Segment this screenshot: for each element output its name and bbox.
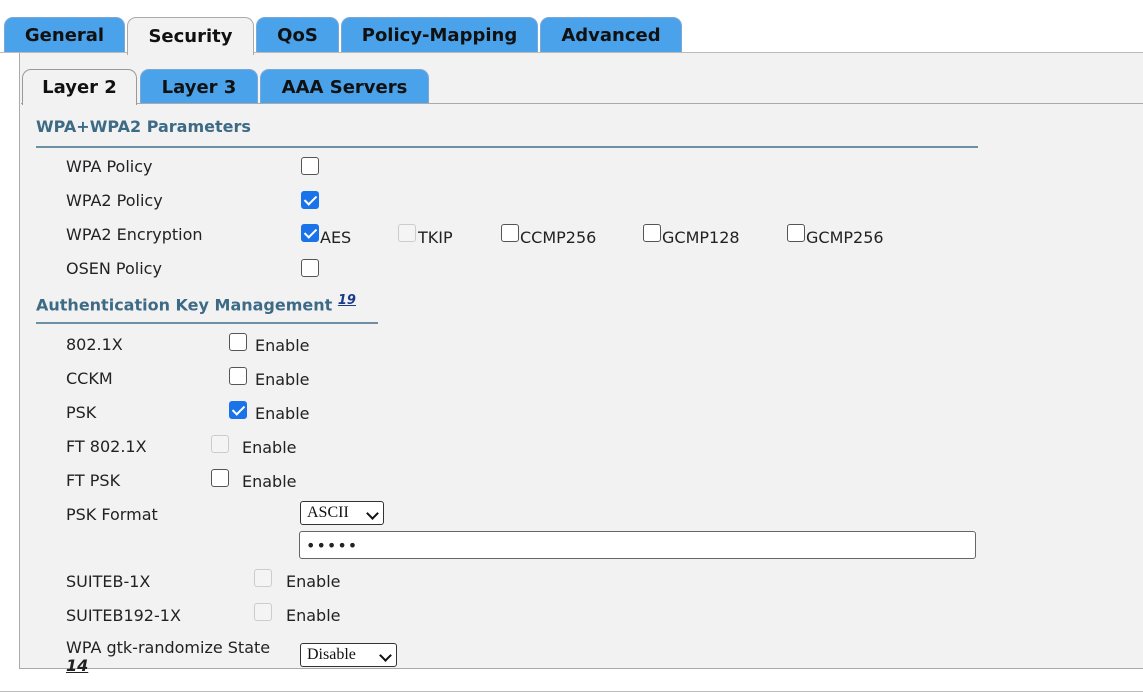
akm-psk-enable: Enable xyxy=(255,404,310,423)
gtk-randomize-select[interactable]: Disable xyxy=(300,643,397,667)
akm-ft8021x-checkbox[interactable] xyxy=(211,435,229,453)
subtab-divider xyxy=(21,103,1143,104)
tab-aaa-servers[interactable]: AAA Servers xyxy=(260,69,429,104)
suiteb1x-enable: Enable xyxy=(286,572,341,591)
chevron-down-icon xyxy=(366,507,379,520)
gcmp256-checkbox[interactable] xyxy=(787,224,805,242)
suiteb1x-label: SUITEB-1X xyxy=(66,572,151,591)
gcmp128-label: GCMP128 xyxy=(662,228,740,247)
tab-qos[interactable]: QoS xyxy=(256,17,339,53)
aes-label: AES xyxy=(320,228,352,247)
tkip-checkbox[interactable] xyxy=(398,224,416,242)
akm-8021x-enable: Enable xyxy=(255,336,310,355)
tab-general[interactable]: General xyxy=(4,17,125,53)
akm-psk-label: PSK xyxy=(66,403,97,422)
akm-section-title: Authentication Key Management 19 xyxy=(36,293,356,314)
akm-ftpsk-label: FT PSK xyxy=(66,471,121,490)
ccmp256-label: CCMP256 xyxy=(520,228,597,247)
tab-security[interactable]: Security xyxy=(127,17,254,55)
tab-layer-2[interactable]: Layer 2 xyxy=(22,69,137,105)
akm-cckm-label: CCKM xyxy=(66,369,113,388)
osen-policy-label: OSEN Policy xyxy=(66,259,162,278)
psk-format-label: PSK Format xyxy=(66,505,158,524)
suiteb192-checkbox[interactable] xyxy=(254,603,272,621)
wpa-policy-checkbox[interactable] xyxy=(301,157,319,175)
akm-footnote-link[interactable]: 19 xyxy=(338,293,356,308)
gcmp128-checkbox[interactable] xyxy=(643,224,661,242)
suiteb192-enable: Enable xyxy=(286,606,341,625)
tab-layer-3[interactable]: Layer 3 xyxy=(140,69,258,104)
psk-password-input[interactable]: ••••• xyxy=(299,531,976,559)
akm-title-text: Authentication Key Management xyxy=(36,295,333,315)
gtk-footnote-link[interactable]: 14 xyxy=(66,656,88,675)
gcmp256-label: GCMP256 xyxy=(806,228,884,247)
wpa2-encryption-label: WPA2 Encryption xyxy=(66,225,203,244)
suiteb192-label: SUITEB192-1X xyxy=(66,606,181,625)
wpa-section-title: WPA+WPA2 Parameters xyxy=(36,117,251,136)
akm-cckm-checkbox[interactable] xyxy=(229,367,247,385)
wpa2-policy-checkbox[interactable] xyxy=(301,191,319,209)
akm-psk-checkbox[interactable] xyxy=(229,401,247,419)
akm-ft8021x-label: FT 802.1X xyxy=(66,437,147,456)
wpa2-policy-label: WPA2 Policy xyxy=(66,191,163,210)
osen-policy-checkbox[interactable] xyxy=(301,259,319,277)
tab-policy-mapping[interactable]: Policy-Mapping xyxy=(341,17,538,53)
akm-8021x-checkbox[interactable] xyxy=(229,333,247,351)
akm-ftpsk-checkbox[interactable] xyxy=(211,469,229,487)
psk-format-value: ASCII xyxy=(307,504,349,521)
psk-format-select[interactable]: ASCII xyxy=(300,501,384,525)
panel-bottom-border xyxy=(0,691,1143,692)
gtk-randomize-value: Disable xyxy=(307,646,356,663)
ccmp256-checkbox[interactable] xyxy=(501,224,519,242)
akm-ftpsk-enable: Enable xyxy=(242,472,297,491)
akm-8021x-label: 802.1X xyxy=(66,335,123,354)
akm-section-rule xyxy=(36,322,378,324)
tab-advanced[interactable]: Advanced xyxy=(540,17,682,53)
aes-checkbox[interactable] xyxy=(301,224,319,242)
suiteb1x-checkbox[interactable] xyxy=(254,569,272,587)
gtk-randomize-label: WPA gtk-randomize State xyxy=(66,638,271,657)
tkip-label: TKIP xyxy=(418,228,453,247)
wpa-section-rule xyxy=(36,146,978,148)
wpa-policy-label: WPA Policy xyxy=(66,157,153,176)
chevron-down-icon xyxy=(379,649,392,662)
akm-cckm-enable: Enable xyxy=(255,370,310,389)
akm-ft8021x-enable: Enable xyxy=(242,438,297,457)
